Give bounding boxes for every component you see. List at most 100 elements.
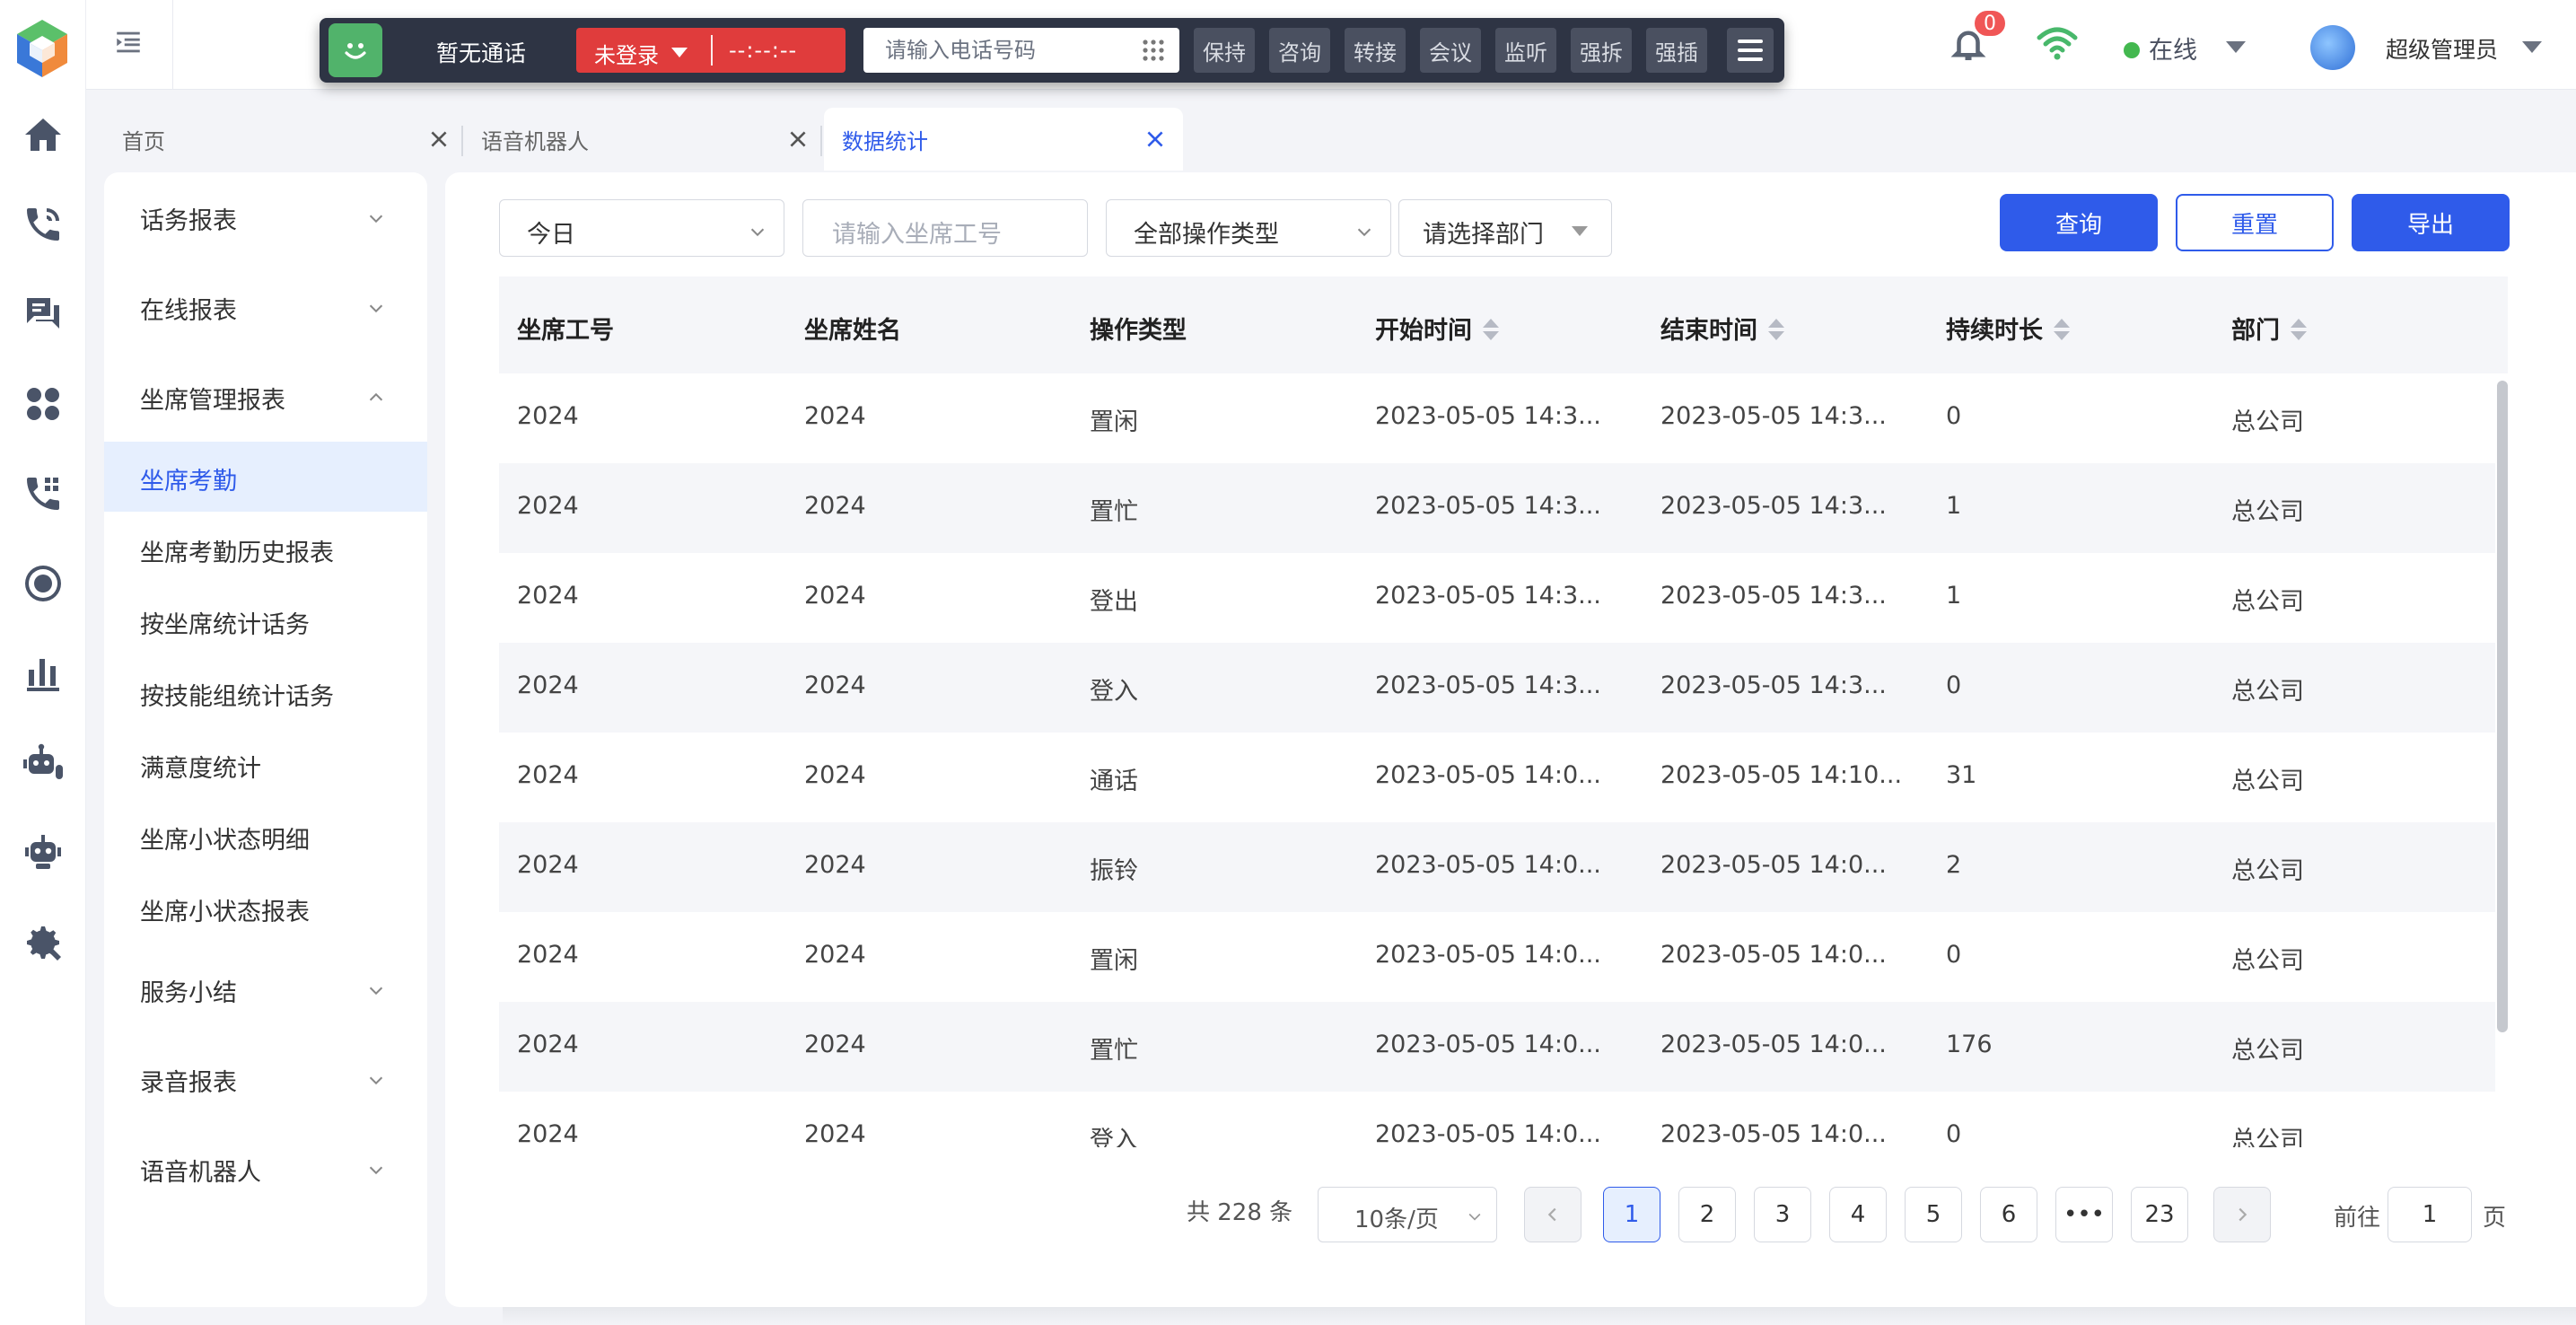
sub-item-state-detail[interactable]: 坐席小状态明细: [104, 801, 427, 871]
menu-group-call-report[interactable]: 话务报表: [104, 181, 427, 253]
page-button[interactable]: 3: [1754, 1187, 1811, 1242]
tab-voice-robot[interactable]: 语音机器人: [463, 108, 822, 171]
menu-group-voice-robot[interactable]: 语音机器人: [104, 1133, 427, 1205]
page-button[interactable]: 1: [1603, 1187, 1660, 1242]
sub-item-by-agent[interactable]: 按坐席统计话务: [104, 585, 427, 655]
page-button[interactable]: 4: [1829, 1187, 1887, 1242]
cell-agent-id: 2024: [517, 492, 579, 520]
cell-end-time: 2023-05-05 14:3...: [1660, 402, 1887, 430]
operation-type-select[interactable]: 全部操作类型: [1106, 199, 1391, 257]
hold-button[interactable]: 保持: [1194, 28, 1255, 73]
record-icon[interactable]: [20, 560, 66, 607]
sort-icon[interactable]: [2291, 317, 2307, 342]
tab-data-statistics[interactable]: 数据统计: [824, 108, 1183, 171]
menu-group-service-summary[interactable]: 服务小结: [104, 953, 427, 1025]
presence-status[interactable]: 在线: [2149, 31, 2197, 66]
softphone-menu-button[interactable]: [1727, 28, 1774, 73]
table-row[interactable]: 2024 2024 置忙 2023-05-05 14:3... 2023-05-05 1…: [499, 463, 2495, 553]
more-pages-button[interactable]: •••: [2055, 1187, 2113, 1242]
column-header-duration[interactable]: 持续时长: [1946, 311, 2070, 346]
table-row[interactable]: 2024 2024 置闲 2023-05-05 14:3... 2023-05-05 1…: [499, 373, 2495, 463]
chevron-down-icon: [366, 208, 386, 228]
table-row[interactable]: 2024 2024 登入 2023-05-05 14:3... 2023-05-05 1…: [499, 643, 2495, 733]
cell-end-time: 2023-05-05 14:3...: [1660, 582, 1887, 610]
page-size-select[interactable]: 10条/页: [1318, 1187, 1497, 1242]
page-button[interactable]: 5: [1905, 1187, 1962, 1242]
cell-department: 总公司: [2231, 678, 2304, 706]
sub-item-agent-attendance[interactable]: 坐席考勤: [104, 442, 427, 512]
cell-op-type: 置闲: [1090, 947, 1138, 975]
user-name[interactable]: 超级管理员: [2386, 32, 2498, 65]
phone-call-icon[interactable]: [20, 201, 66, 248]
department-select[interactable]: 请选择部门: [1398, 199, 1612, 257]
sort-icon[interactable]: [1768, 317, 1784, 342]
force-release-button[interactable]: 强拆: [1571, 28, 1632, 73]
query-button[interactable]: 查询: [2000, 194, 2158, 251]
smile-icon: [329, 23, 382, 77]
table-row[interactable]: 2024 2024 置忙 2023-05-05 14:0... 2023-05-05 1…: [499, 1002, 2495, 1092]
robot-alt-icon[interactable]: [20, 829, 66, 876]
bar-chart-icon[interactable]: [20, 650, 66, 697]
sub-item-state-report[interactable]: 坐席小状态报表: [104, 873, 427, 943]
cell-duration: 0: [1946, 671, 1962, 699]
table-row[interactable]: 2024 2024 通话 2023-05-05 14:0... 2023-05-05 1…: [499, 733, 2495, 822]
scrollbar-thumb[interactable]: [2497, 381, 2508, 1032]
table-row[interactable]: 2024 2024 登入 2023-05-05 14:0... 2023-05-05 1…: [499, 1092, 2495, 1147]
softphone-bar: 暂无通话 未登录 --:--:-- 保持 咨询 转接 会议 监听 强拆 强插: [320, 18, 1784, 83]
cell-start-time: 2023-05-05 14:0...: [1375, 851, 1601, 879]
close-icon[interactable]: [427, 127, 451, 151]
user-caret-icon[interactable]: [2522, 41, 2542, 53]
menu-group-label: 在线报表: [140, 297, 237, 325]
next-page-button[interactable]: [2213, 1187, 2271, 1242]
menu-group-label: 语音机器人: [140, 1159, 261, 1187]
monitor-button[interactable]: 监听: [1495, 28, 1556, 73]
close-icon[interactable]: [1143, 127, 1167, 151]
column-header-end-time[interactable]: 结束时间: [1660, 311, 1784, 346]
home-icon[interactable]: [20, 111, 66, 158]
main-panel: 今日 请输入坐席工号 全部操作类型 请选择部门 查询 重置 导出 坐席工号 坐席…: [445, 172, 2576, 1307]
presence-caret-icon[interactable]: [2226, 41, 2246, 53]
login-status-dropdown[interactable]: 未登录 --:--:--: [576, 28, 846, 73]
dialpad-icon[interactable]: [1142, 39, 1165, 62]
cell-start-time: 2023-05-05 14:3...: [1375, 492, 1601, 520]
phone-keypad-icon[interactable]: [20, 470, 66, 517]
menu-collapse-icon[interactable]: [113, 27, 149, 63]
cell-agent-name: 2024: [804, 671, 866, 699]
phone-number-input[interactable]: [863, 28, 1124, 73]
robot-icon[interactable]: [20, 740, 66, 786]
tab-label: 首页: [122, 129, 165, 154]
menu-group-recording-report[interactable]: 录音报表: [104, 1043, 427, 1115]
sub-item-attendance-history[interactable]: 坐席考勤历史报表: [104, 513, 427, 584]
table-row[interactable]: 2024 2024 振铃 2023-05-05 14:0... 2023-05-05 1…: [499, 822, 2495, 912]
conference-button[interactable]: 会议: [1420, 28, 1481, 73]
sub-item-satisfaction[interactable]: 满意度统计: [104, 729, 427, 799]
sort-icon[interactable]: [2054, 317, 2070, 342]
sub-item-by-skill-group[interactable]: 按技能组统计话务: [104, 657, 427, 727]
page-button[interactable]: 2: [1678, 1187, 1736, 1242]
page-size-value: 10条/页: [1354, 1207, 1439, 1233]
avatar[interactable]: [2310, 25, 2355, 70]
goto-page-input[interactable]: [2388, 1187, 2472, 1242]
close-icon[interactable]: [786, 127, 810, 151]
menu-group-agent-report[interactable]: 坐席管理报表: [104, 361, 427, 433]
page-button[interactable]: 23: [2131, 1187, 2188, 1242]
page-button[interactable]: 6: [1980, 1187, 2037, 1242]
export-button[interactable]: 导出: [2352, 194, 2510, 251]
reset-button[interactable]: 重置: [2176, 194, 2334, 251]
prev-page-button[interactable]: [1524, 1187, 1582, 1242]
consult-button[interactable]: 咨询: [1269, 28, 1330, 73]
settings-tools-icon[interactable]: [20, 919, 66, 966]
table-row[interactable]: 2024 2024 置闲 2023-05-05 14:0... 2023-05-05 1…: [499, 912, 2495, 1002]
agent-id-field[interactable]: 请输入坐席工号: [802, 199, 1088, 257]
date-range-select[interactable]: 今日: [499, 199, 784, 257]
transfer-button[interactable]: 转接: [1345, 28, 1406, 73]
table-row[interactable]: 2024 2024 登出 2023-05-05 14:3... 2023-05-05 1…: [499, 553, 2495, 643]
tab-home[interactable]: 首页: [104, 108, 463, 171]
chat-icon[interactable]: [20, 291, 66, 338]
apps-icon[interactable]: [20, 381, 66, 427]
column-header-start-time[interactable]: 开始时间: [1375, 311, 1499, 346]
column-header-department[interactable]: 部门: [2231, 311, 2307, 346]
barge-in-button[interactable]: 强插: [1646, 28, 1707, 73]
menu-group-online-report[interactable]: 在线报表: [104, 271, 427, 343]
sort-icon[interactable]: [1483, 317, 1499, 342]
